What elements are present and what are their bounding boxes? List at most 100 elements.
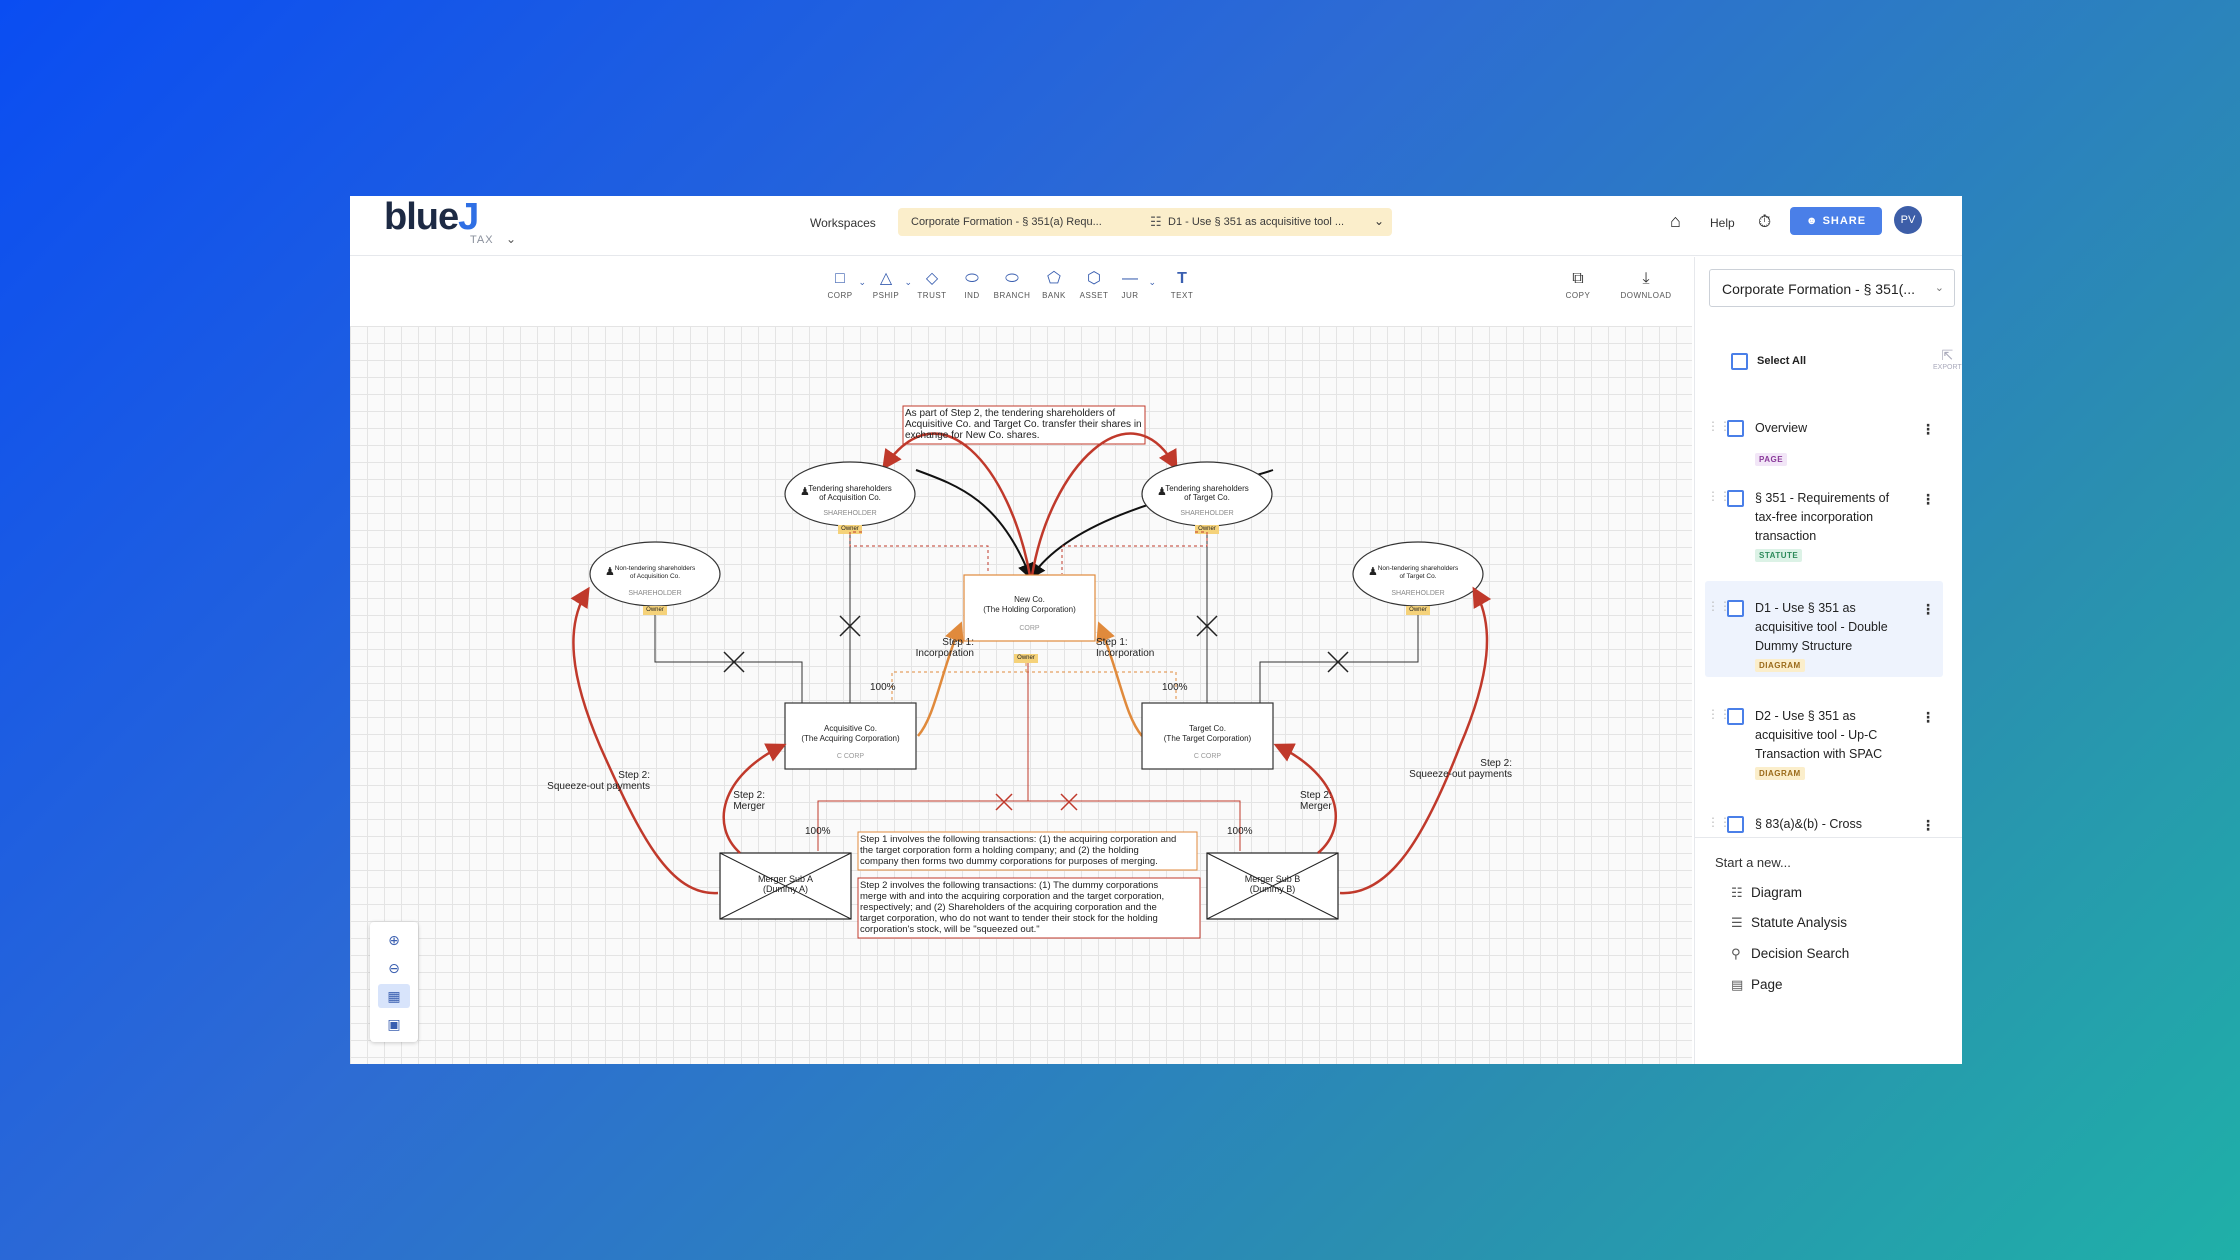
dash-tend-acq-newco <box>849 531 989 574</box>
list-item[interactable]: ⋮⋮ Overview ⋮ PAGE <box>1705 415 1943 475</box>
copy-icon: ⧉ <box>1572 270 1584 287</box>
tool-text[interactable]: T TEXT <box>1158 269 1206 300</box>
pct-label: 100% <box>805 826 831 837</box>
option-label: Page <box>1751 977 1783 992</box>
item-checkbox[interactable] <box>1727 816 1744 833</box>
ellipse-icon: ⬭ <box>1005 270 1019 287</box>
owner-label: Owner <box>646 607 664 613</box>
arrow-squeeze-b[interactable] <box>1339 586 1492 895</box>
square-icon: □ <box>835 270 845 287</box>
tab-corporate-formation[interactable]: Corporate Formation - § 351(a) Requ... <box>911 216 1102 228</box>
item-title: Overview <box>1755 421 1808 435</box>
chevron-down-icon[interactable]: ⌄ <box>1374 214 1384 228</box>
select-value: Corporate Formation - § 351(... <box>1722 281 1915 297</box>
tool-corp[interactable]: □ CORP ⌄ <box>816 269 866 300</box>
copy-button[interactable]: ⧉ COPY <box>1554 269 1602 300</box>
search-icon: ⚲ <box>1731 946 1741 961</box>
arrow-tend-acq-newco[interactable] <box>915 469 1033 580</box>
new-diagram-option[interactable]: ☷ Diagram <box>1731 885 1802 901</box>
shareholder-label: SHAREHOLDER <box>823 510 877 517</box>
item-badge: PAGE <box>1755 453 1788 466</box>
step2-merger-b-label: Step 2: Merger <box>1300 790 1332 812</box>
tool-branch[interactable]: ⬭ BRANCH <box>988 269 1036 300</box>
option-label: Diagram <box>1751 885 1803 900</box>
diagram-canvas[interactable]: As part of Step 2, the tendering shareho… <box>350 326 1692 1064</box>
new-page-option[interactable]: ▤ Page <box>1731 977 1783 993</box>
person-icon: ♟ <box>1368 566 1378 578</box>
zoom-in-icon[interactable]: ⊕ <box>378 928 410 952</box>
item-title: D2 - Use § 351 as acquisitive tool - Up-… <box>1755 709 1883 761</box>
more-icon[interactable]: ⋮ <box>1921 817 1935 834</box>
new-statute-option[interactable]: ☰ Statute Analysis <box>1731 915 1847 931</box>
item-title: D1 - Use § 351 as acquisitive tool - Dou… <box>1755 601 1888 653</box>
select-all-label: Select All <box>1757 355 1807 367</box>
person-icon: ♟ <box>800 486 810 498</box>
item-badge: DIAGRAM <box>1755 659 1805 672</box>
arrow-squeeze-a[interactable] <box>570 586 719 895</box>
tool-pship[interactable]: △ PSHIP ⌄ <box>862 269 912 300</box>
person-icon: ♟ <box>1157 486 1167 498</box>
chevron-down-icon[interactable]: ⌄ <box>1148 277 1156 288</box>
home-icon[interactable]: ⌂ <box>1670 211 1681 232</box>
list-item[interactable]: ⋮⋮ § 351 - Requirements of tax-free inco… <box>1705 485 1943 565</box>
avatar[interactable]: PV <box>1894 206 1922 234</box>
squeeze-b-label: Step 2: Squeeze-out payments <box>1409 758 1512 780</box>
download-button[interactable]: ⤓ DOWNLOAD <box>1616 269 1676 300</box>
share-users-icon: ☻ <box>1805 215 1823 227</box>
grid-icon[interactable]: ▦ <box>378 984 410 1008</box>
select-all-checkbox[interactable] <box>1731 353 1748 370</box>
newco-label: New Co. (The Holding Corporation) <box>983 595 1076 614</box>
tend-tgt-label: ♟ Tendering shareholders of Target Co. <box>1157 484 1249 502</box>
line-non-acq-acq[interactable] <box>654 615 803 746</box>
chevron-down-icon[interactable]: ⌄ <box>506 232 516 246</box>
workspaces-link[interactable]: Workspaces <box>810 216 876 230</box>
list-item[interactable]: ⋮⋮ D2 - Use § 351 as acquisitive tool - … <box>1705 689 1943 785</box>
ccorp-label: C CORP <box>1193 753 1222 760</box>
more-icon[interactable]: ⋮ <box>1921 709 1935 726</box>
chevron-down-icon: ⌄ <box>1934 282 1944 294</box>
share-label: SHARE <box>1822 215 1867 227</box>
workspace-select[interactable]: Corporate Formation - § 351(... ⌄ <box>1709 269 1955 307</box>
tool-label: TEXT <box>1170 291 1194 300</box>
more-icon[interactable]: ⋮ <box>1921 491 1935 508</box>
breadcrumb-tabs[interactable]: Corporate Formation - § 351(a) Requ... ☷… <box>898 208 1392 236</box>
page-icon: ▤ <box>1731 977 1744 992</box>
step1-right-label: Step 1: Incorporation <box>1096 637 1155 659</box>
download-icon: ⤓ <box>1642 270 1650 287</box>
list-item[interactable]: ⋮⋮ D1 - Use § 351 as acquisitive tool - … <box>1705 581 1943 677</box>
shape-toolbar: □ CORP ⌄ △ PSHIP ⌄ ◇ TRUST ⬭ IND ⬭ BRANCH ⬠ BANK… <box>350 257 1692 321</box>
fit-screen-icon[interactable]: ▣ <box>378 1012 410 1036</box>
item-checkbox[interactable] <box>1727 708 1744 725</box>
ccorp-label: C CORP <box>836 753 865 760</box>
owner-label: Owner <box>1017 655 1035 661</box>
item-title: § 351 - Requirements of tax-free incorpo… <box>1755 491 1890 543</box>
item-checkbox[interactable] <box>1727 490 1744 507</box>
tool-jur[interactable]: — JUR ⌄ <box>1106 269 1156 300</box>
pct-label: 100% <box>1162 682 1188 693</box>
tool-label: BRANCH <box>993 291 1031 300</box>
statute-search-icon: ☰ <box>1731 915 1743 930</box>
shareholder-label: SHAREHOLDER <box>1391 590 1445 597</box>
zoom-out-icon[interactable]: ⊖ <box>378 956 410 980</box>
export-button[interactable]: ⇱ EXPORT <box>1933 347 1962 371</box>
line-non-tgt-tgt[interactable] <box>1259 615 1419 746</box>
more-icon[interactable]: ⋮ <box>1921 601 1935 618</box>
item-checkbox[interactable] <box>1727 420 1744 437</box>
logo[interactable]: blueJ <box>384 196 479 239</box>
export-icon: ⇱ <box>1941 347 1954 363</box>
corp-label: CORP <box>1019 625 1040 632</box>
non-acq-label: ♟ Non-tendering shareholders of Acquisitio… <box>605 565 696 580</box>
top-note: As part of Step 2, the tendering shareho… <box>905 408 1142 441</box>
cut-marks-red <box>995 793 1078 811</box>
tab-d1[interactable]: D1 - Use § 351 as acquisitive tool ... <box>1168 216 1344 228</box>
item-checkbox[interactable] <box>1727 600 1744 617</box>
owner-label: Owner <box>841 526 859 532</box>
share-button[interactable]: ☻ SHARE <box>1790 207 1882 235</box>
merger-sub-b-label: Merger Sub B (Dummy B) <box>1244 874 1301 894</box>
new-decision-option[interactable]: ⚲ Decision Search <box>1731 946 1849 962</box>
tgt-label: Target Co. (The Target Corporation) <box>1163 724 1252 743</box>
diagram-icon: ☷ <box>1731 885 1743 900</box>
help-link[interactable]: Help <box>1710 216 1735 230</box>
more-icon[interactable]: ⋮ <box>1921 421 1935 438</box>
timer-icon[interactable]: ⏱ <box>1758 212 1771 232</box>
